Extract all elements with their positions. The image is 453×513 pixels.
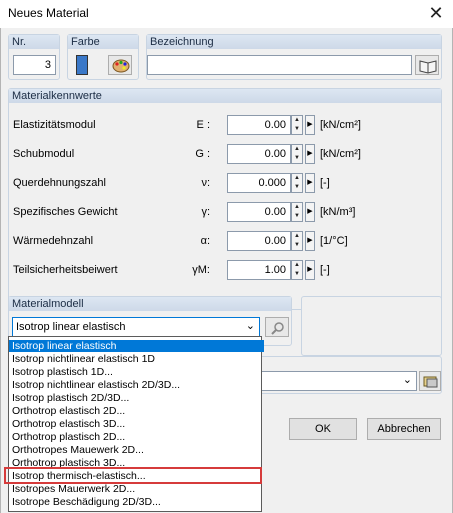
farbe-label: Farbe [68, 35, 138, 49]
cancel-button[interactable]: Abbrechen [367, 418, 441, 440]
row-symbol-g: G : [195, 148, 210, 160]
option-isotrop-nichtlinear-2d3d[interactable]: Isotrop nichtlinear elastisch 2D/3D... [9, 379, 264, 391]
bezeichnung-group: Bezeichnung [146, 34, 442, 80]
option-isotrop-nichtlinear-1d[interactable]: Isotrop nichtlinear elastisch 1D [9, 353, 264, 365]
bezeichnung-label: Bezeichnung [147, 35, 441, 49]
option-isotropes-mauerwerk-2d[interactable]: Isotropes Mauerwerk 2D... [9, 483, 264, 495]
teilsicherheit-unit: [-] [320, 264, 330, 276]
materialkennwerte-title: Materialkennwerte [9, 89, 441, 103]
teilsicherheit-input[interactable]: 1.00 [227, 260, 291, 280]
spez-gewicht-spinner[interactable]: ▲ ▼ [291, 202, 303, 222]
window-title: Neues Material [8, 6, 89, 20]
option-isotrop-plastisch-2d3d[interactable]: Isotrop plastisch 2D/3D... [9, 392, 264, 404]
bezeichnung-input[interactable] [147, 55, 412, 75]
color-swatch[interactable] [76, 55, 88, 75]
materialmodell-select[interactable]: Isotrop linear elastisch ⌄ [12, 317, 260, 337]
nr-group: Nr. 3 [8, 34, 60, 80]
querdehnungszahl-unit-button[interactable]: ▶ [305, 173, 315, 193]
waermedehnzahl-spinner[interactable]: ▲ ▼ [291, 231, 303, 251]
nr-label: Nr. [9, 35, 59, 49]
row-symbol-gammam: γM: [192, 264, 210, 276]
spez-gewicht-unit: [kN/m³] [320, 206, 356, 218]
row-label-e: Elastizitätsmodul [13, 119, 96, 131]
spez-gewicht-unit-button[interactable]: ▶ [305, 202, 315, 222]
e-modul-unit-button[interactable]: ▶ [305, 115, 315, 135]
secondary-select[interactable]: ⌄ [257, 371, 417, 391]
teilsicherheit-unit-button[interactable]: ▶ [305, 260, 315, 280]
materialmodell-title: Materialmodell [9, 297, 291, 311]
option-isotrop-linear-elastisch[interactable]: Isotrop linear elastisch [9, 340, 264, 352]
option-isotrope-beschaedigung[interactable]: Isotrope Beschädigung 2D/3D... [9, 496, 264, 508]
materialmodell-dropdown-list[interactable]: Isotrop linear elastisch Isotrop nichtli… [8, 336, 264, 512]
row-symbol-gamma: γ: [201, 206, 210, 218]
option-orthotropes-mauewerk-2d[interactable]: Orthotropes Mauewerk 2D... [9, 444, 264, 456]
ok-button[interactable]: OK [289, 418, 357, 440]
querdehnungszahl-unit: [-] [320, 177, 330, 189]
e-modul-unit: [kN/cm²] [320, 119, 361, 131]
materialkennwerte-group: Materialkennwerte Elastizitätsmodul E : … [8, 88, 442, 310]
option-orthotrop-elastisch-2d[interactable]: Orthotrop elastisch 2D... [9, 405, 264, 417]
row-label-gamma: Spezifisches Gewicht [13, 206, 118, 218]
waermedehnzahl-input[interactable]: 0.00 [227, 231, 291, 251]
schubmodul-unit: [kN/cm²] [320, 148, 361, 160]
schubmodul-unit-button[interactable]: ▶ [305, 144, 315, 164]
row-symbol-alpha: α: [200, 235, 210, 247]
library-button[interactable] [415, 55, 439, 75]
magnifier-icon [271, 322, 284, 335]
row-symbol-e: E : [196, 119, 210, 131]
chevron-down-icon: ⌄ [402, 374, 412, 386]
farbe-group: Farbe [67, 34, 139, 80]
waermedehnzahl-unit-button[interactable]: ▶ [305, 231, 315, 251]
row-label-gammam: Teilsicherheitsbeiwert [13, 264, 118, 276]
row-symbol-nu: ν: [201, 177, 210, 189]
option-orthotrop-elastisch-3d[interactable]: Orthotrop elastisch 3D... [9, 418, 264, 430]
querdehnungszahl-input[interactable]: 0.000 [227, 173, 291, 193]
palette-icon [112, 59, 130, 73]
secondary-edit-button[interactable] [419, 371, 441, 391]
book-icon [419, 60, 437, 74]
option-orthotrop-plastisch-2d[interactable]: Orthotrop plastisch 2D... [9, 431, 264, 443]
spez-gewicht-input[interactable]: 0.00 [227, 202, 291, 222]
teilsicherheit-spinner[interactable]: ▲ ▼ [291, 260, 303, 280]
nr-input[interactable]: 3 [13, 55, 56, 75]
close-icon[interactable]: ✕ [423, 2, 449, 26]
e-modul-input[interactable]: 0.00 [227, 115, 291, 135]
row-label-alpha: Wärmedehnzahl [13, 235, 94, 247]
schubmodul-spinner[interactable]: ▲ ▼ [291, 144, 303, 164]
edit-icon [423, 376, 438, 388]
materialmodell-selected: Isotrop linear elastisch [16, 321, 126, 333]
chevron-down-icon: ⌄ [245, 320, 255, 332]
schubmodul-input[interactable]: 0.00 [227, 144, 291, 164]
model-preview-panel [301, 296, 442, 356]
color-picker-button[interactable] [108, 55, 132, 75]
title-bar: Neues Material ✕ [0, 0, 453, 28]
waermedehnzahl-unit: [1/°C] [320, 235, 348, 247]
querdehnungszahl-spinner[interactable]: ▲ ▼ [291, 173, 303, 193]
highlight-box [4, 467, 262, 484]
e-modul-spinner[interactable]: ▲ ▼ [291, 115, 303, 135]
row-label-g: Schubmodul [13, 148, 75, 160]
option-isotrop-plastisch-1d[interactable]: Isotrop plastisch 1D... [9, 366, 264, 378]
row-label-nu: Querdehnungszahl [13, 177, 106, 189]
model-details-button[interactable] [265, 317, 289, 337]
